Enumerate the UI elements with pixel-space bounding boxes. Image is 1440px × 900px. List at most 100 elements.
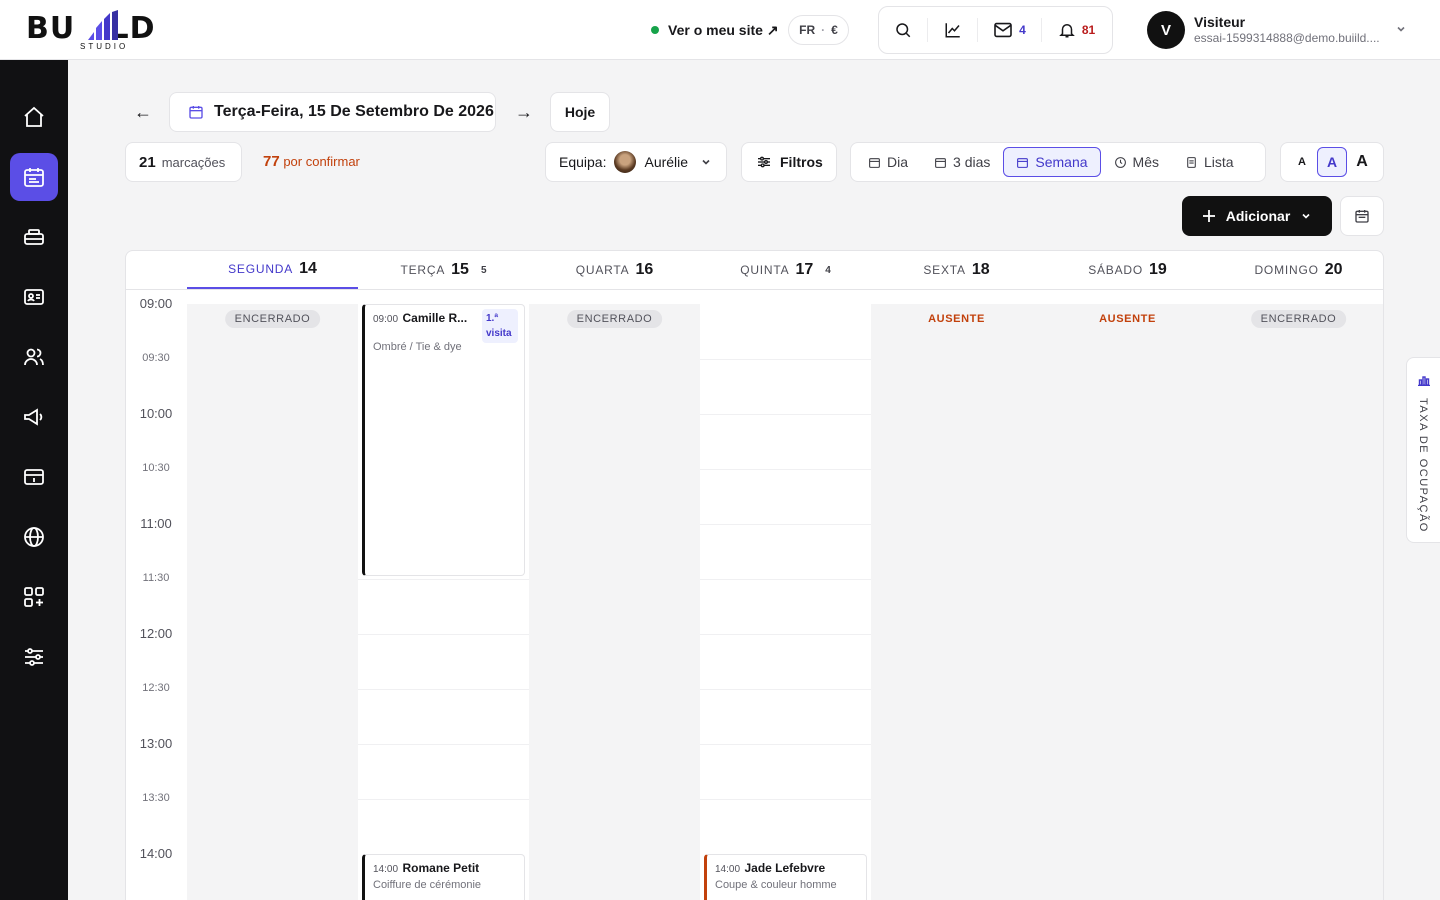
appointment-card[interactable]: 09:00 Camille R... Ombré / Tie & dye 1.ª… — [362, 304, 525, 576]
view-week[interactable]: Semana — [1003, 147, 1101, 177]
day-column-tuesday[interactable]: 09:00 Camille R... Ombré / Tie & dye 1.ª… — [358, 304, 529, 900]
time-label: 12:30 — [142, 682, 170, 694]
notifications-button[interactable]: 81 — [1041, 18, 1111, 42]
chevron-down-icon — [1397, 26, 1405, 32]
text-size-small[interactable]: A — [1287, 147, 1317, 177]
filters-button[interactable]: Filtros — [741, 142, 837, 182]
search-button[interactable] — [879, 7, 927, 53]
text-size-medium[interactable]: A — [1317, 147, 1347, 177]
appointment-client: Camille R... — [402, 311, 468, 325]
prev-date-button[interactable]: ← — [134, 102, 152, 123]
day-column-thursday[interactable]: 14:00 Jade Lefebvre Coupe & couleur homm… — [700, 304, 871, 900]
header-tools: 4 81 — [878, 6, 1113, 54]
day-name: TERÇA — [400, 263, 446, 277]
analytics-button[interactable] — [927, 18, 977, 42]
next-date-button[interactable]: → — [515, 102, 533, 123]
day-column-sunday[interactable]: ENCERRADO — [1213, 304, 1383, 900]
sidebar-item-home[interactable] — [10, 93, 58, 141]
day-booking-count: 5 — [480, 264, 487, 276]
language-currency-switch[interactable]: FR · € — [788, 15, 849, 45]
filter-sliders-icon — [758, 156, 770, 168]
appointment-service: Coiffure de cérémonie — [373, 879, 482, 891]
online-status-dot — [651, 26, 659, 34]
day-name: QUARTA — [575, 263, 630, 277]
time-label: 10:30 — [142, 462, 170, 474]
day-column-wednesday[interactable]: ENCERRADO — [529, 304, 700, 900]
day-header-friday[interactable]: SEXTA 18 — [871, 251, 1042, 289]
cash-register-icon — [24, 229, 44, 245]
day-column-friday[interactable]: AUSENTE — [871, 304, 1042, 900]
globe-icon — [24, 527, 44, 547]
day-header-thursday[interactable]: QUINTA 17 4 — [700, 251, 871, 289]
day-header-sunday[interactable]: DOMINGO 20 — [1213, 251, 1383, 289]
day-column-saturday[interactable]: AUSENTE — [1042, 304, 1213, 900]
time-label: 13:00 — [139, 736, 173, 751]
user-menu[interactable]: V Visiteur essai-1599314888@demo.buiild.… — [1147, 11, 1417, 49]
week-calendar: SEGUNDA 14 TERÇA 15 5 QUARTA 16 QUINTA 1… — [125, 250, 1384, 900]
sidebar-item-marketing[interactable] — [10, 393, 58, 441]
bookings-count-button[interactable]: 21 marcações — [125, 142, 242, 182]
users-icon — [24, 348, 44, 366]
date-picker-button[interactable]: Terça-Feira, 15 De Setembro De 2026 — [169, 92, 496, 132]
appointment-title: 14:00 Jade Lefebvre — [715, 859, 858, 877]
day-name: SEGUNDA — [228, 262, 294, 276]
appointment-client: Jade Lefebvre — [744, 861, 826, 875]
calendar-icon — [189, 106, 203, 119]
add-button[interactable]: Adicionar — [1182, 196, 1332, 236]
calendar-days-icon — [935, 157, 946, 168]
day-header-tuesday[interactable]: TERÇA 15 5 — [358, 251, 529, 289]
view-week-label: Semana — [1035, 154, 1088, 170]
appointment-card[interactable]: 14:00 Romane Petit Coiffure de cérémonie — [362, 854, 525, 900]
absent-badge: AUSENTE — [1099, 313, 1156, 325]
bookings-label: marcações — [161, 154, 226, 170]
sidebar-item-calendar[interactable] — [10, 153, 58, 201]
appointment-title: 09:00 Camille R... — [373, 309, 478, 327]
text-size-large[interactable]: A — [1347, 147, 1377, 177]
slot-divider — [358, 579, 529, 580]
calendar-picker-button[interactable] — [1340, 196, 1384, 236]
occupancy-rate-tab[interactable]: TAXA DE OCUPAÇÃO — [1406, 357, 1440, 543]
logo[interactable]: BU LD STUDIO — [26, 8, 186, 52]
sidebar-item-payments[interactable] — [10, 453, 58, 501]
view-list[interactable]: Lista — [1172, 147, 1247, 177]
view-day[interactable]: Dia — [855, 147, 921, 177]
day-header-wednesday[interactable]: QUARTA 16 — [529, 251, 700, 289]
time-label: 10:00 — [139, 406, 173, 421]
today-button[interactable]: Hoje — [550, 92, 610, 132]
slot-divider — [700, 744, 871, 745]
view-month[interactable]: Mês — [1101, 147, 1172, 177]
id-card-icon — [24, 289, 44, 305]
day-header-saturday[interactable]: SÁBADO 19 — [1042, 251, 1213, 289]
text-size-switcher: A A A — [1280, 142, 1384, 182]
messages-button[interactable]: 4 — [977, 18, 1041, 42]
sidebar-item-users[interactable] — [10, 333, 58, 381]
sidebar-item-apps[interactable] — [10, 573, 58, 621]
home-icon — [24, 106, 44, 127]
separator-dot: · — [821, 23, 826, 37]
day-header-monday[interactable]: SEGUNDA 14 — [187, 251, 358, 289]
day-column-monday[interactable]: ENCERRADO — [187, 304, 358, 900]
slot-divider — [700, 469, 871, 470]
slot-divider — [700, 414, 871, 415]
team-select[interactable]: Equipa: Aurélie — [545, 142, 727, 182]
list-icon — [1187, 156, 1196, 168]
view-3-days[interactable]: 3 dias — [921, 147, 1003, 177]
slot-divider — [700, 634, 871, 635]
plus-icon — [1202, 210, 1215, 222]
search-icon — [896, 23, 911, 38]
pending-bookings-link[interactable]: 77 por confirmar — [263, 153, 360, 170]
sidebar-item-clients-card[interactable] — [10, 273, 58, 321]
sidebar-item-website[interactable] — [10, 513, 58, 561]
slot-divider — [700, 689, 871, 690]
sidebar-item-cash-register[interactable] — [10, 213, 58, 261]
appointment-title: 14:00 Romane Petit — [373, 859, 516, 877]
calendar-week-icon — [1017, 157, 1029, 168]
add-label: Adicionar — [1225, 208, 1291, 224]
closed-badge: ENCERRADO — [1250, 310, 1347, 328]
appointment-card[interactable]: 14:00 Jade Lefebvre Coupe & couleur homm… — [704, 854, 867, 900]
appointment-time: 14:00 — [373, 864, 399, 875]
view-site-link[interactable]: Ver o meu site ↗ — [651, 18, 779, 42]
occupancy-rate-label: TAXA DE OCUPAÇÃO — [1417, 398, 1429, 533]
sidebar-item-settings[interactable] — [10, 633, 58, 681]
view-list-label: Lista — [1203, 154, 1234, 170]
